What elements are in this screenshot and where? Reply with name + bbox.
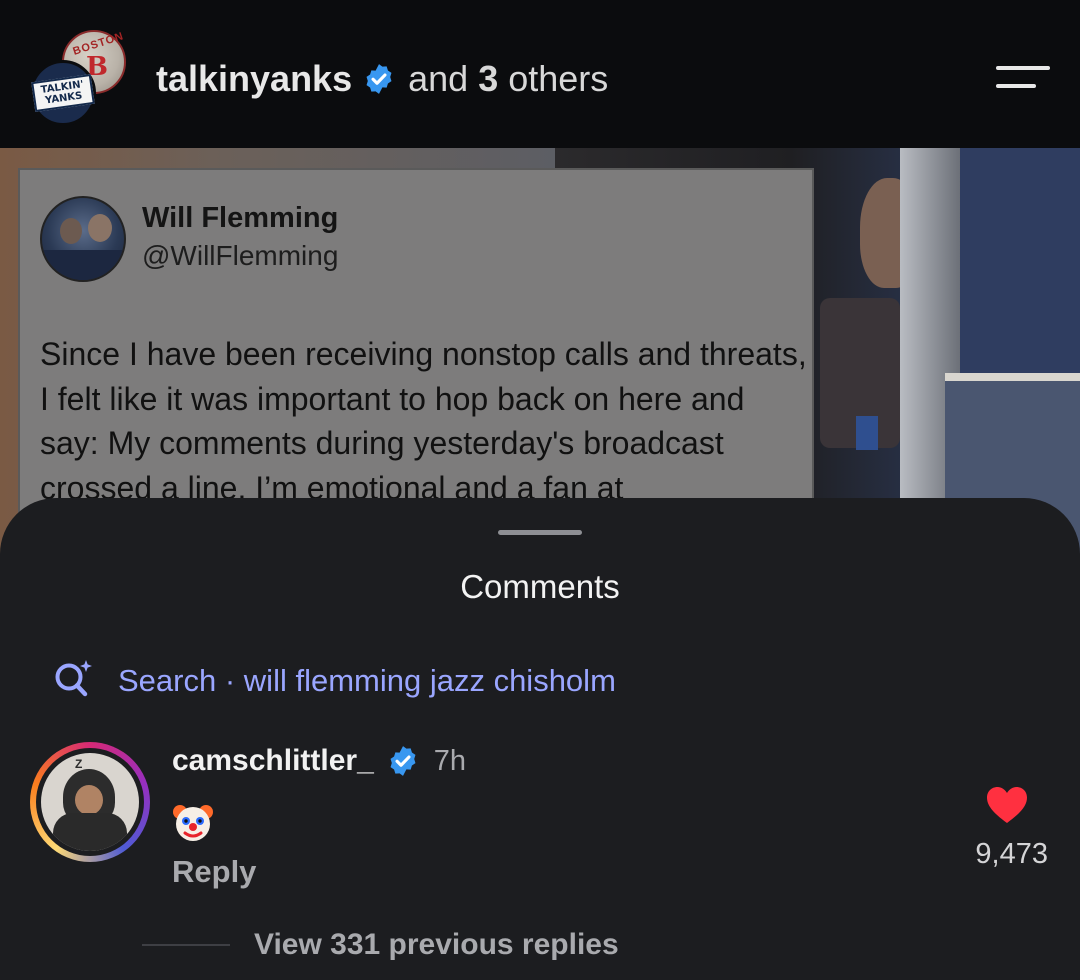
tweet-author-name: Will Flemming — [142, 202, 339, 234]
verified-badge-icon — [362, 62, 396, 96]
comment-timestamp: 7h — [433, 744, 467, 777]
avatar-symbol: Z — [75, 757, 83, 771]
cup — [856, 416, 878, 450]
avatar-talkinyanks: TALKIN' YANKS — [30, 60, 96, 126]
heart-icon[interactable] — [986, 786, 1028, 824]
search-query: will flemming jazz chisholm — [243, 663, 616, 698]
clown-emoji-icon — [172, 802, 214, 844]
search-text[interactable]: Search · will flemming jazz chisholm — [118, 663, 616, 699]
like-count: 9,473 — [975, 838, 1048, 870]
comments-sheet: Comments Search · will flemming jazz chi… — [0, 498, 1080, 980]
others-prefix: and — [408, 58, 479, 99]
view-replies-label: View 331 previous replies — [254, 928, 619, 961]
others-suffix: others — [498, 58, 609, 99]
collab-avatars[interactable]: BOSTON B TALKIN' YANKS — [30, 30, 132, 126]
commenter-avatar[interactable]: Z — [30, 742, 150, 862]
commenter-username[interactable]: camschlittler_ — [172, 744, 374, 778]
post-authors[interactable]: talkinyanks and 3 others — [156, 56, 608, 102]
author-username[interactable]: talkinyanks — [156, 56, 352, 102]
ai-search-icon — [52, 658, 96, 705]
sheet-title: Comments — [460, 568, 620, 605]
reply-button[interactable]: Reply — [172, 854, 256, 890]
menu-icon[interactable] — [996, 62, 1050, 94]
sheet-drag-handle[interactable] — [498, 530, 582, 535]
comment-item: Z camschlittler_ 7h Reply 9,473 — [30, 742, 1060, 889]
comment-header: camschlittler_ 7h — [172, 744, 466, 778]
avatar-talkinyanks-logo: TALKIN' YANKS — [31, 73, 95, 113]
others-count: 3 — [478, 58, 499, 99]
tweet-author-handle: @WillFlemming — [142, 240, 339, 271]
related-search-link[interactable]: Search · will flemming jazz chisholm — [52, 658, 616, 705]
tweet-text: Since I have been receiving nonstop call… — [40, 336, 807, 506]
search-separator: · — [216, 663, 244, 698]
verified-badge-icon — [386, 744, 420, 778]
post-header: BOSTON B TALKIN' YANKS talkinyanks and 3… — [0, 0, 1080, 148]
replies-divider — [142, 944, 230, 946]
collaborators-count[interactable]: and 3 others — [408, 56, 608, 102]
view-previous-replies-button[interactable]: View 331 previous replies — [142, 928, 619, 962]
search-prefix: Search — [118, 663, 217, 698]
tweet-avatar — [40, 196, 126, 282]
